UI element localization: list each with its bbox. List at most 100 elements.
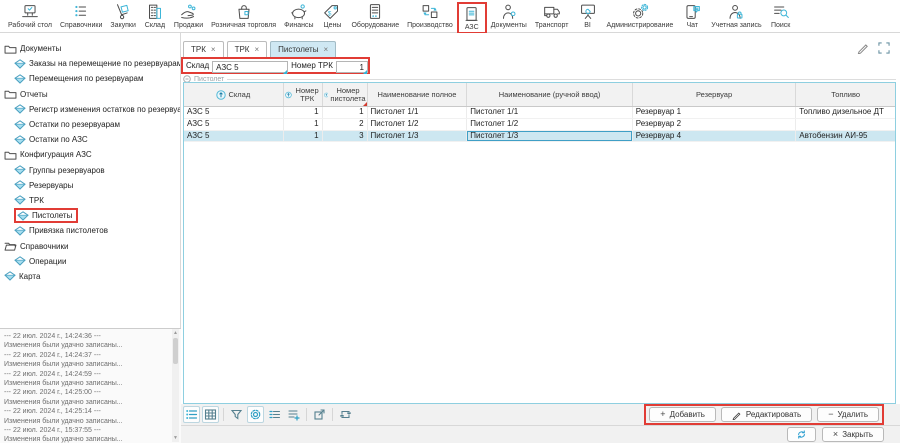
close-button[interactable]: ×Закрыть xyxy=(822,427,884,442)
toolbar-item-transport[interactable]: Транспорт xyxy=(531,2,573,30)
log-scrollbar[interactable]: ▲▼ xyxy=(172,329,179,442)
refresh-button[interactable] xyxy=(787,427,816,442)
bullet-list-icon xyxy=(70,2,92,21)
warehouse-input[interactable] xyxy=(212,61,288,73)
crud-buttons-highlight: +Добавить Редактировать −Удалить xyxy=(644,404,884,425)
toolbar-item-account[interactable]: Учетная запись xyxy=(707,2,765,30)
toolbar-item-desktop[interactable]: Рабочий стол xyxy=(4,2,56,30)
tree-item-pistol-binding[interactable]: Привязка пистолетов xyxy=(0,223,180,238)
tree-folder-azs-configuration[interactable]: Конфигурация АЗС xyxy=(0,147,180,162)
toolbar-item-sales[interactable]: Продажи xyxy=(170,2,207,30)
tab-label: ТРК xyxy=(191,45,206,54)
toolbar-item-production[interactable]: Производство xyxy=(403,2,457,30)
column-header-rezervuar[interactable]: Резервуар xyxy=(633,83,797,106)
person-globe-icon xyxy=(498,2,520,21)
tree-folder-documents[interactable]: Документы xyxy=(0,41,180,56)
toolbar-item-documents[interactable]: Документы xyxy=(487,2,531,30)
tree-item-operations[interactable]: Операции xyxy=(0,254,180,269)
toolbar-item-bi[interactable]: BI xyxy=(573,2,603,30)
toolbar-item-purchases[interactable]: Закупки xyxy=(106,2,140,30)
tab-pistols[interactable]: Пистолеты× xyxy=(270,41,336,57)
column-header-toplivo[interactable]: Топливо xyxy=(796,83,895,106)
table-mini-toolbar xyxy=(181,406,354,423)
pump-number-input[interactable] xyxy=(336,61,368,73)
warehouse-filter-label: Склад xyxy=(186,61,209,70)
column-header-naimenovanie-polnoe[interactable]: Наименование полное xyxy=(368,83,468,106)
toolbar-item-azs[interactable]: АЗС xyxy=(457,2,487,34)
table-row[interactable]: АЗС 5 1 1 Пистолет 1/1 Пистолет 1/1 Резе… xyxy=(184,107,895,119)
tree-item-trk[interactable]: ТРК xyxy=(0,193,180,208)
toolbar-item-label: Продажи xyxy=(174,21,203,30)
tree-item-label: Остатки по резервуарам xyxy=(29,120,120,129)
tree-item-map[interactable]: Карта xyxy=(0,269,180,284)
add-button[interactable]: +Добавить xyxy=(649,407,716,422)
sidebar: Документы Заказы на перемещение по резер… xyxy=(0,33,181,443)
table-row-selected[interactable]: АЗС 5 1 3 Пистолет 1/3 Пистолет 1/3 Резе… xyxy=(184,131,895,143)
toolbar-item-label: Производство xyxy=(407,21,453,30)
tab-close-icon[interactable]: × xyxy=(323,46,328,54)
main-area: ТРК× ТРК× Пистолеты× Склад Номер ТРК Пис… xyxy=(181,33,900,443)
diamond-icon xyxy=(14,226,26,236)
hand-coins-icon xyxy=(178,2,200,21)
separator xyxy=(223,408,224,421)
toolbar-item-retail[interactable]: Розничная торговля xyxy=(207,2,280,30)
scrollbar-thumb[interactable] xyxy=(173,338,178,364)
tab-close-icon[interactable]: × xyxy=(254,46,259,54)
toolbar-item-label: Учетная запись xyxy=(711,21,761,30)
list-view-icon[interactable] xyxy=(183,406,200,423)
tree-item-tank-transfers[interactable]: Перемещения по резервуарам xyxy=(0,71,180,86)
loop-refresh-icon[interactable] xyxy=(337,406,354,423)
filter-funnel-icon[interactable] xyxy=(228,406,245,423)
column-header-nomer-trk[interactable]: Номер ТРК xyxy=(284,83,323,106)
tab-close-icon[interactable]: × xyxy=(211,46,216,54)
add-list-icon[interactable] xyxy=(285,406,302,423)
toolbar-item-warehouse[interactable]: Склад xyxy=(140,2,170,30)
tree-item-tank-balance-register[interactable]: Регистр изменения остатков по резервуара… xyxy=(0,102,180,117)
open-folder-icon xyxy=(4,241,17,251)
tree-item-label: ТРК xyxy=(29,196,44,205)
gears-icon xyxy=(629,2,651,21)
grid-view-icon[interactable] xyxy=(202,406,219,423)
tree-item-tank-balances[interactable]: Остатки по резервуарам xyxy=(0,117,180,132)
tree-folder-reports[interactable]: Отчеты xyxy=(0,87,180,102)
expand-icon[interactable] xyxy=(878,42,890,54)
tree-item-label: Перемещения по резервуарам xyxy=(29,74,143,83)
tree-item-pistols[interactable]: Пистолеты xyxy=(0,208,180,223)
tab-trk-2[interactable]: ТРК× xyxy=(227,41,268,57)
table-row[interactable]: АЗС 5 1 2 Пистолет 1/2 Пистолет 1/2 Резе… xyxy=(184,119,895,131)
column-header-naimenovanie-ruchnoy[interactable]: Наименование (ручной ввод) xyxy=(467,83,633,106)
toolbar-item-finance[interactable]: Финансы xyxy=(280,2,317,30)
settings-gear-icon[interactable] xyxy=(247,406,264,423)
toolbar-item-prices[interactable]: $ Цены xyxy=(317,2,347,30)
toolbar-item-equipment[interactable]: Оборудование xyxy=(347,2,403,30)
tree-folder-references[interactable]: Справочники xyxy=(0,238,180,253)
tree-item-tank-transfer-orders[interactable]: Заказы на перемещение по резервуарам xyxy=(0,56,180,71)
tab-trk-1[interactable]: ТРК × xyxy=(183,41,224,57)
numbered-list-icon[interactable] xyxy=(266,406,283,423)
scroll-down-arrow[interactable]: ▼ xyxy=(172,434,179,442)
edit-button[interactable]: Редактировать xyxy=(721,407,812,422)
tree-item-azs-balances[interactable]: Остатки по АЗС xyxy=(0,132,180,147)
toolbar-item-chat[interactable]: Чат xyxy=(677,2,707,30)
open-external-icon[interactable] xyxy=(311,406,328,423)
tree-item-label: Операции xyxy=(29,257,66,266)
diamond-icon xyxy=(14,59,26,69)
tree-item-tank-groups[interactable]: Группы резервуаров xyxy=(0,163,180,178)
price-tag-icon: $ xyxy=(321,2,343,21)
toolbar-item-references[interactable]: Справочники xyxy=(56,2,106,30)
piggy-bank-icon xyxy=(288,2,310,21)
diamond-icon xyxy=(14,180,26,190)
toolbar-item-administration[interactable]: Администрирование xyxy=(603,2,678,30)
column-header-sklad[interactable]: Склад xyxy=(184,83,284,106)
scroll-up-arrow[interactable]: ▲ xyxy=(172,329,179,337)
minus-icon: − xyxy=(828,410,833,419)
focused-cell[interactable]: Пистолет 1/3 xyxy=(467,131,633,142)
delete-button[interactable]: −Удалить xyxy=(817,407,879,422)
separator xyxy=(306,408,307,421)
bottom-row-2: ×Закрыть xyxy=(181,425,900,443)
edit-pencil-icon[interactable] xyxy=(857,41,870,54)
toolbar-item-search[interactable]: Поиск xyxy=(766,2,796,30)
column-header-nomer-pistoleta[interactable]: Номер пистолета xyxy=(323,83,368,106)
tree-item-tanks[interactable]: Резервуары xyxy=(0,178,180,193)
toolbar-item-label: Справочники xyxy=(60,21,102,30)
